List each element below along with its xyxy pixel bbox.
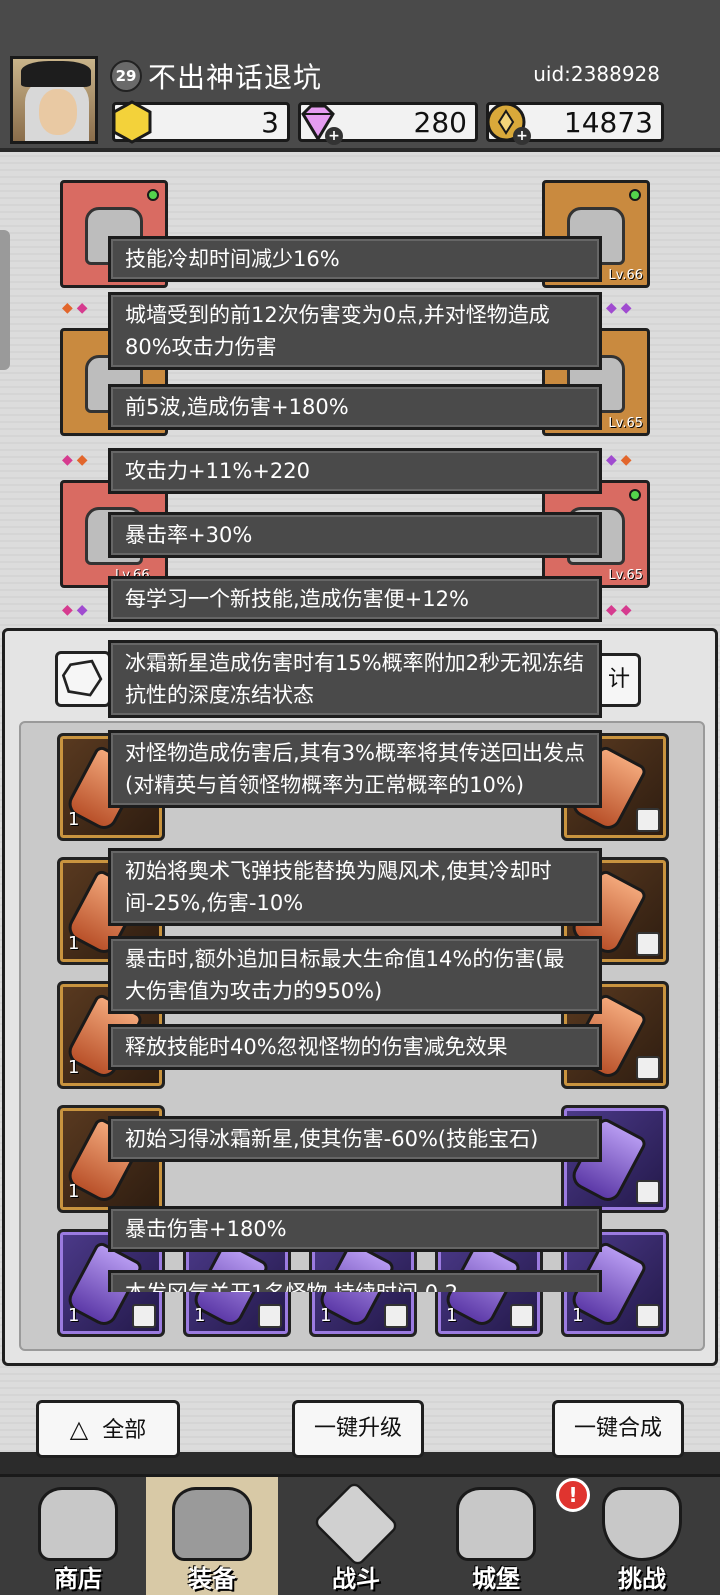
nav-shop-label: 商店 (54, 1565, 102, 1593)
staff-slot-icon (636, 1304, 660, 1328)
tooltip-line: 每学习一个新技能,造成伤害便+12% (108, 576, 602, 622)
gold-bar-counter: 3 (112, 100, 290, 144)
coin-value: 14873 (563, 106, 653, 139)
gem-sockets: ◆◆ (62, 602, 92, 618)
gold-bar-value: 3 (261, 106, 279, 139)
shield-emblem-icon (602, 1487, 682, 1561)
add-gems-icon[interactable]: + (325, 127, 343, 145)
upgrade-all-button[interactable]: 一键升级 (292, 1400, 424, 1458)
gem-count: 1 (68, 1305, 80, 1326)
gem-count: 1 (572, 1305, 584, 1326)
equip-level: Lv.65 (608, 568, 643, 583)
gem-counter[interactable]: + 280 (298, 102, 478, 145)
gem-sockets: ◆◆ (62, 300, 92, 316)
top-bar: 29 不出神话退坑 uid:2388928 3 + 280 + 14873 (0, 0, 720, 152)
merge-all-button[interactable]: 一键合成 (552, 1400, 684, 1458)
tooltip-line: 前5波,造成伤害+180% (108, 384, 602, 430)
tooltip-line: 城墙受到的前12次伤害变为0点,并对怪物造成80%攻击力伤害 (108, 292, 602, 370)
add-coins-icon[interactable]: + (513, 127, 531, 145)
tooltip-line: 冰霜新星造成伤害时有15%概率附加2秒无视冻结抗性的深度冻结状态 (108, 640, 602, 718)
side-drawer-handle[interactable] (0, 230, 10, 370)
tooltip-line: 暴击伤害+180% (108, 1206, 602, 1252)
shop-hut-icon (38, 1487, 118, 1561)
upgrade-dot-icon (629, 489, 641, 501)
tooltip-line: 初始习得冰霜新星,使其伤害-60%(技能宝石) (108, 1116, 602, 1162)
gem-count: 1 (68, 1057, 80, 1078)
gem-filter-button[interactable] (55, 651, 111, 707)
player-name: 不出神话退坑 (148, 61, 323, 94)
nav-shop[interactable]: 商店 (12, 1477, 144, 1595)
staff-slot-icon (636, 932, 660, 956)
avatar-witch-hat (21, 61, 91, 87)
tooltip-line: 技能冷却时间减少16% (108, 236, 602, 282)
player-uid: uid:2388928 (533, 62, 660, 86)
nav-equipment-label: 装备 (188, 1565, 236, 1593)
gem-sockets: ◆◆ (606, 452, 636, 468)
gem-effects-tooltip: 技能冷却时间减少16% 城墙受到的前12次伤害变为0点,并对怪物造成80%攻击力… (108, 236, 602, 1292)
gem-sockets: ◆◆ (606, 300, 636, 316)
upgrade-dot-icon (629, 189, 641, 201)
triangle-up-icon: △ (69, 1415, 89, 1443)
gem-count: 1 (68, 1181, 80, 1202)
ring-slot-icon (636, 1056, 660, 1080)
bottom-nav: 商店 装备 战斗 城堡 挑战 (0, 1474, 720, 1595)
boot-slot-icon (636, 808, 660, 832)
gold-hexagon-icon (112, 100, 152, 144)
tooltip-line: 初始将奥术飞弹技能替换为飓风术,使其冷却时间-25%,伤害-10% (108, 848, 602, 926)
tooltip-line: 暴击率+30% (108, 512, 602, 558)
tooltip-line: 对怪物造成伤害后,其有3%概率将其传送回出发点(对精英与首领怪物概率为正常概率的… (108, 730, 602, 808)
equip-level: Lv.66 (608, 268, 643, 283)
nav-challenge-label: 挑战 (618, 1565, 666, 1593)
gem-sockets: ◆◆ (62, 452, 92, 468)
filter-all-button[interactable]: △ 全部 (36, 1400, 180, 1458)
nav-castle-label: 城堡 (472, 1565, 520, 1593)
gem-count: 1 (320, 1305, 332, 1326)
nav-equipment[interactable]: 装备 (146, 1477, 278, 1595)
nav-castle[interactable]: 城堡 (430, 1477, 562, 1595)
gem-count: 1 (194, 1305, 206, 1326)
gem-count: 1 (68, 933, 80, 954)
upgrade-dot-icon (147, 189, 159, 201)
cloak-slot-icon (636, 1180, 660, 1204)
filter-all-label: 全部 (102, 1418, 147, 1443)
equip-level: Lv.65 (608, 416, 643, 431)
staff-slot-icon (384, 1304, 408, 1328)
player-level-badge: 29 (110, 60, 142, 92)
tooltip-line: 攻击力+11%+220 (108, 448, 602, 494)
crossed-swords-icon (312, 1480, 400, 1568)
boot-slot-icon (258, 1304, 282, 1328)
tooltip-line: 释放技能时40%忽视怪物的伤害减免效果 (108, 1024, 602, 1070)
player-avatar[interactable] (10, 56, 98, 144)
avatar-face (39, 89, 77, 135)
gem-outline-icon (61, 659, 103, 697)
castle-alert-badge: ! (556, 1478, 590, 1512)
tooltip-line: 暴击时,额外追加目标最大生命值14%的伤害(最大伤害值为攻击力的950%) (108, 936, 602, 1014)
staff-slot-icon (510, 1304, 534, 1328)
backpack-icon (172, 1487, 252, 1561)
gem-sockets: ◆◆ (606, 602, 636, 618)
boot-slot-icon (132, 1304, 156, 1328)
nav-battle-label: 战斗 (332, 1565, 380, 1593)
coin-counter[interactable]: + 14873 (486, 102, 664, 145)
gem-count: 1 (446, 1305, 458, 1326)
nav-challenge[interactable]: 挑战 (576, 1477, 708, 1595)
gem-count: 1 (68, 809, 80, 830)
tooltip-line: 本发冈气关开1名怪物 持续时间.0.2 (108, 1270, 602, 1292)
castle-tower-icon (456, 1487, 536, 1561)
nav-battle[interactable]: 战斗 (290, 1477, 422, 1595)
gem-value: 280 (413, 106, 467, 139)
